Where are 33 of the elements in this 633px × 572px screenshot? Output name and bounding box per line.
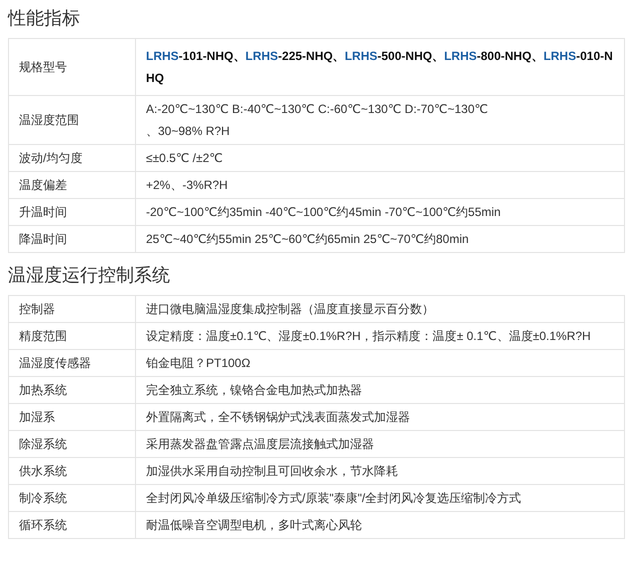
row-label: 升温时间: [18, 204, 68, 221]
row-value: 完全独立系统，镍铬合金电加热式加热器: [146, 383, 363, 397]
section-title: 性能指标: [8, 7, 81, 30]
row-label: 除湿系统: [18, 436, 68, 453]
section-title: 温湿度运行控制系统: [8, 264, 171, 287]
row-label: 温湿度范围: [18, 112, 80, 129]
row-label: 温度偏差: [18, 177, 68, 194]
row-label: 制冷系统: [18, 490, 68, 507]
row-value: 进口微电脑温湿度集成控制器（温度直接显示百分数）: [146, 302, 435, 316]
row-label: 温湿度传感器: [18, 355, 92, 372]
row-value: +2%、-3%R?H: [146, 178, 229, 192]
row-label: 波动/均匀度: [18, 150, 84, 167]
row-label: 规格型号: [18, 59, 68, 76]
row-label: 降温时间: [18, 231, 68, 248]
row-value: 采用蒸发器盘管露点温度层流接触式加湿器: [146, 437, 375, 451]
row-label: 精度范围: [18, 328, 68, 345]
row-value: 加湿供水采用自动控制且可回收余水，节水降耗: [146, 464, 399, 478]
row-label: 加热系统: [18, 382, 68, 399]
row-value: 全封闭风冷单级压缩制冷方式/原装"泰康"/全封闭风冷复选压缩制冷方式: [146, 491, 522, 505]
row-value: 外置隔离式，全不锈钢锅炉式浅表面蒸发式加湿器: [146, 410, 411, 424]
row-label: 循环系统: [18, 517, 68, 534]
row-value: 、30~98% R?H: [146, 124, 231, 138]
row-value: A:-20℃~130℃ B:-40℃~130℃ C:-60℃~130℃ D:-70℃~130℃: [146, 102, 489, 116]
row-label: 加湿系: [18, 409, 56, 426]
row-value: 25℃~40℃约55min 25℃~60℃约65min 25℃~70℃约80min: [146, 232, 470, 246]
row-label: 控制器: [18, 301, 56, 318]
row-value: 耐温低噪音空调型电机，多叶式离心风轮: [146, 518, 363, 532]
row-value: -20℃~100℃约35min -40℃~100℃约45min -70℃~100℃约55min: [146, 205, 502, 219]
row-value: 铂金电阻？PT100Ω: [146, 356, 252, 370]
row-label: 供水系统: [18, 463, 68, 480]
model-list: LRHS-101-NHQ、LRHS-225-NHQ、LRHS-500-NHQ、LRHS-800-NHQ、LRHS-010-NHQ: [146, 45, 618, 89]
row-value: ≤±0.5℃ /±2℃: [146, 151, 224, 165]
row-value: 设定精度：温度±0.1℃、湿度±0.1%R?H，指示精度：温度± 0.1℃、温度±0.1%R?H: [146, 329, 592, 343]
